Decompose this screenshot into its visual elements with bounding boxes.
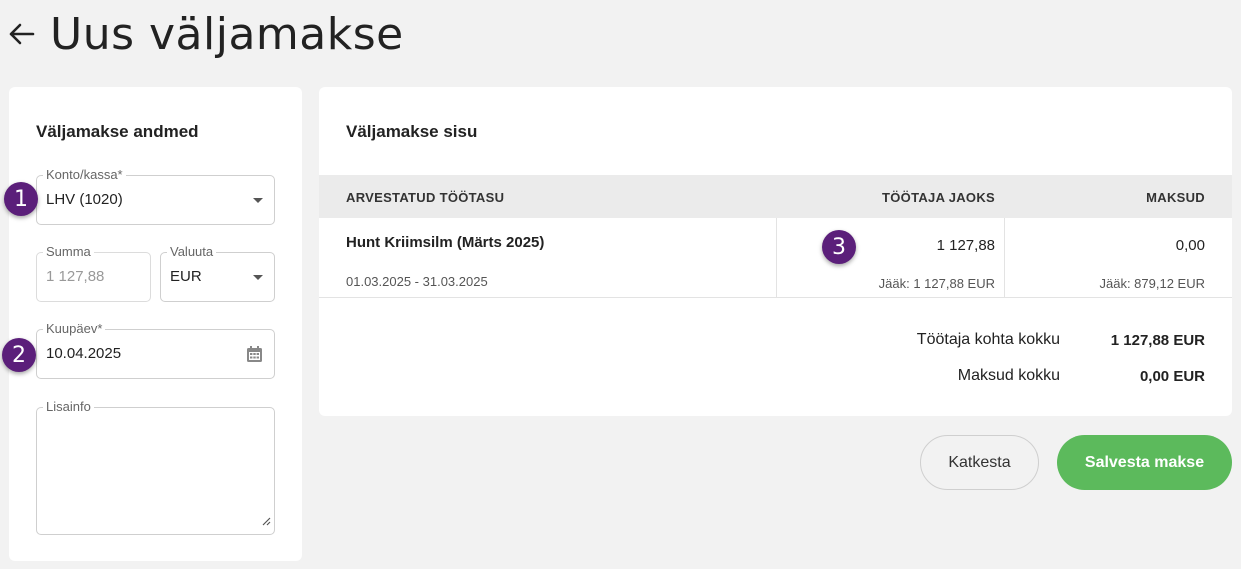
column-header-taxes: MAKSUD	[1146, 190, 1205, 205]
cancel-button[interactable]: Katkesta	[920, 435, 1039, 490]
total-employee-label: Töötaja kohta kokku	[916, 331, 1060, 348]
page-title: Uus väljamakse	[50, 8, 404, 60]
row-employee-balance: Jääk: 1 127,88 EUR	[878, 276, 995, 291]
payment-content-card: Väljamakse sisu ARVESTATUD TÖÖTASU TÖÖTA…	[319, 87, 1232, 416]
step-badge-2: 2	[2, 338, 36, 372]
row-period: 01.03.2025 - 31.03.2025	[346, 274, 488, 289]
date-value: 10.04.2025	[46, 345, 122, 362]
payment-details-card: Väljamakse andmed Konto/kassa* LHV (1020…	[9, 87, 302, 561]
row-taxes-amount: 0,00	[1175, 237, 1205, 254]
account-label: Konto/kassa*	[43, 167, 126, 183]
column-header-employee: TÖÖTAJA JAOKS	[882, 190, 995, 205]
step-badge-3: 3	[822, 230, 856, 264]
additional-info-label: Lisainfo	[43, 399, 94, 415]
table-header: ARVESTATUD TÖÖTASU TÖÖTAJA JAOKS MAKSUD	[319, 175, 1232, 218]
row-taxes-balance: Jääk: 879,12 EUR	[1099, 276, 1205, 291]
chevron-down-icon	[253, 275, 263, 280]
column-divider	[1004, 218, 1005, 297]
row-employee-name: Hunt Kriimsilm (Märts 2025)	[346, 234, 545, 251]
account-select[interactable]: Konto/kassa* LHV (1020)	[36, 167, 275, 225]
column-divider	[776, 218, 777, 297]
payment-content-title: Väljamakse sisu	[346, 122, 478, 141]
column-header-salary: ARVESTATUD TÖÖTASU	[346, 190, 505, 205]
payment-details-title: Väljamakse andmed	[36, 122, 199, 141]
back-arrow-icon[interactable]	[8, 20, 36, 48]
total-employee-value: 1 127,88 EUR	[1110, 332, 1205, 349]
step-badge-1: 1	[4, 182, 38, 216]
amount-field[interactable]: Summa 1 127,88	[36, 244, 151, 302]
save-payment-button[interactable]: Salvesta makse	[1057, 435, 1232, 490]
account-value: LHV (1020)	[46, 191, 123, 208]
amount-label: Summa	[43, 244, 94, 260]
chevron-down-icon	[253, 198, 263, 203]
additional-info-textarea[interactable]: Lisainfo	[36, 399, 275, 535]
page-header: Uus väljamakse	[8, 6, 404, 62]
date-field[interactable]: Kuupäev* 10.04.2025	[36, 321, 275, 379]
table-row: Hunt Kriimsilm (Märts 2025) 01.03.2025 -…	[319, 218, 1232, 298]
total-taxes-label: Maksud kokku	[957, 367, 1060, 384]
currency-value: EUR	[170, 268, 202, 285]
resize-handle-icon[interactable]	[262, 513, 271, 531]
calendar-icon[interactable]	[246, 345, 263, 368]
date-label: Kuupäev*	[43, 321, 106, 337]
currency-select[interactable]: Valuuta EUR	[160, 244, 275, 302]
total-taxes-value: 0,00 EUR	[1139, 368, 1205, 385]
currency-label: Valuuta	[167, 244, 217, 260]
amount-value: 1 127,88	[46, 268, 105, 285]
row-employee-amount: 1 127,88	[936, 237, 995, 254]
